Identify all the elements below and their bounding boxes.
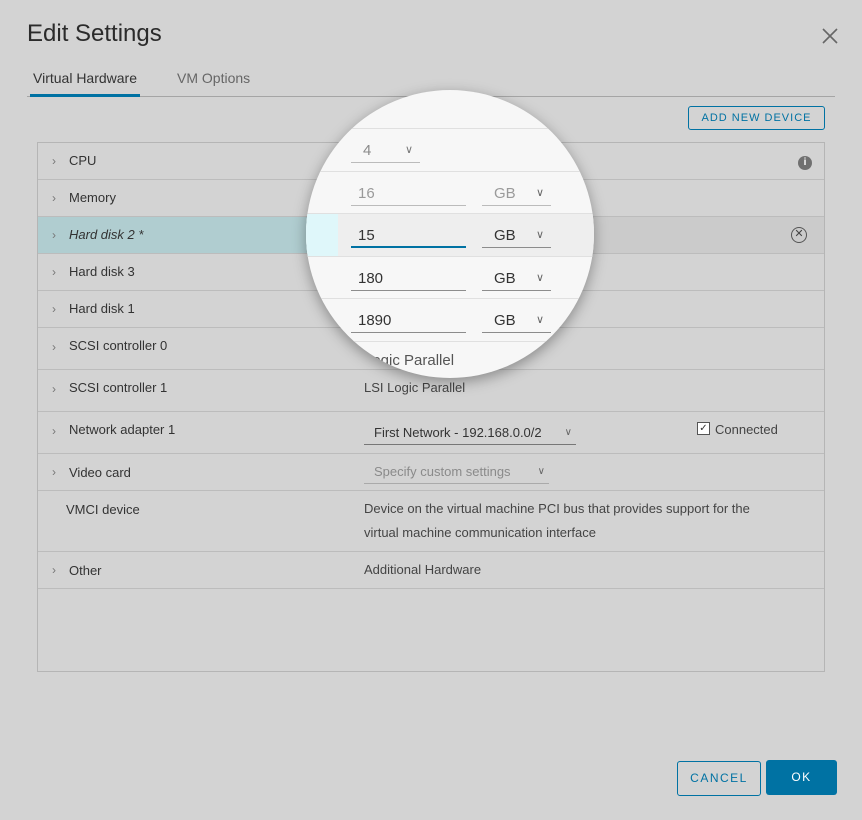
row-label-cpu: CPU	[69, 153, 97, 168]
row-label-video-card: Video card	[69, 465, 131, 480]
row-label-hard-disk-2: Hard disk 2 *	[69, 227, 144, 242]
tab-vm-options[interactable]: VM Options	[177, 70, 250, 94]
mag-row-hard-disk-2: 15 GB ∨	[306, 214, 594, 257]
chevron-right-icon[interactable]: ›	[52, 154, 56, 168]
table-row-video-card[interactable]: › Video card Specify custom settings ∨	[38, 454, 824, 491]
vmci-description-line1: Device on the virtual machine PCI bus th…	[364, 501, 750, 516]
hard-disk-3-unit-value: GB	[494, 270, 516, 287]
info-icon[interactable]: i	[798, 156, 812, 170]
cancel-button[interactable]: CANCEL	[677, 761, 761, 796]
memory-unit-select[interactable]: GB ∨	[482, 181, 551, 206]
magnifier-lens: 4 ∨ 16 GB ∨ 15 GB ∨ 180 GB ∨ 1890 GB ∨ L…	[306, 90, 594, 378]
chevron-right-icon[interactable]: ›	[52, 340, 56, 354]
hard-disk-1-size-input[interactable]: 1890	[351, 308, 466, 333]
other-value: Additional Hardware	[364, 562, 482, 577]
hard-disk-1-unit-select[interactable]: GB ∨	[482, 308, 551, 333]
hard-disk-3-unit-select[interactable]: GB ∨	[482, 266, 551, 291]
tab-virtual-hardware[interactable]: Virtual Hardware	[30, 70, 141, 97]
video-card-select-value: Specify custom settings	[374, 464, 511, 479]
hard-disk-2-unit-value: GB	[494, 227, 516, 244]
cpu-count-select[interactable]: 4 ∨	[351, 138, 420, 163]
table-row-vmci: VMCI device Device on the virtual machin…	[38, 491, 824, 552]
chevron-right-icon[interactable]: ›	[52, 563, 56, 577]
add-new-device-button[interactable]: ADD NEW DEVICE	[688, 106, 825, 130]
cpu-count-value: 4	[363, 142, 372, 159]
chevron-right-icon[interactable]: ›	[52, 382, 56, 396]
table-row-other[interactable]: › Other Additional Hardware	[38, 552, 824, 589]
row-label-hard-disk-1: Hard disk 1	[69, 301, 135, 316]
dialog-title: Edit Settings	[27, 20, 162, 47]
row-label-vmci: VMCI device	[66, 502, 140, 517]
chevron-down-icon: ∨	[535, 229, 544, 241]
hard-disk-1-unit-value: GB	[494, 312, 516, 329]
connected-checkbox[interactable]: ✓	[697, 422, 710, 435]
row-label-other: Other	[69, 563, 102, 578]
close-icon[interactable]	[820, 26, 840, 46]
chevron-down-icon: ∨	[535, 187, 544, 199]
row-label-memory: Memory	[69, 190, 116, 205]
scsi-1-type: LSI Logic Parallel	[364, 380, 466, 395]
chevron-down-icon: ∨	[404, 144, 413, 156]
hard-disk-3-size-input[interactable]: 180	[351, 266, 466, 291]
mag-row-cpu: 4 ∨	[306, 129, 594, 172]
mag-row-memory: 16 GB ∨	[306, 172, 594, 214]
chevron-down-icon: ∨	[537, 466, 545, 477]
chevron-right-icon[interactable]: ›	[52, 302, 56, 316]
hard-disk-2-unit-select[interactable]: GB ∨	[482, 223, 551, 248]
row-label-network-adapter: Network adapter 1	[69, 422, 176, 437]
vmci-description-line2: virtual machine communication interface	[364, 525, 596, 540]
table-row-network-adapter[interactable]: › Network adapter 1 First Network - 192.…	[38, 412, 824, 454]
row-label-scsi-1: SCSI controller 1	[69, 380, 168, 395]
mag-row-hard-disk-1: 1890 GB ∨	[306, 299, 594, 342]
chevron-right-icon[interactable]: ›	[52, 228, 56, 242]
hard-disk-2-size-input[interactable]: 15	[351, 223, 466, 248]
connected-label: Connected	[715, 422, 778, 437]
chevron-right-icon[interactable]: ›	[52, 191, 56, 205]
chevron-right-icon[interactable]: ›	[52, 424, 56, 438]
remove-device-icon[interactable]: ✕	[791, 227, 807, 243]
mag-row-hard-disk-3: 180 GB ∨	[306, 257, 594, 299]
ok-button[interactable]: OK	[766, 760, 837, 795]
chevron-right-icon[interactable]: ›	[52, 465, 56, 479]
memory-size-input[interactable]: 16	[351, 181, 466, 206]
memory-unit-value: GB	[494, 185, 516, 202]
chevron-down-icon: ∨	[560, 422, 572, 444]
video-card-select[interactable]: Specify custom settings ∨	[364, 461, 549, 484]
network-select-value: First Network - 192.168.0.0/2	[374, 425, 542, 440]
mag-row-scsi-0: Logic Parallel	[306, 342, 594, 378]
row-label-scsi-0: SCSI controller 0	[69, 338, 168, 353]
row-label-hard-disk-3: Hard disk 3	[69, 264, 135, 279]
scsi-0-type-partial: Logic Parallel	[364, 352, 455, 369]
chevron-down-icon: ∨	[535, 314, 544, 326]
chevron-down-icon: ∨	[535, 272, 544, 284]
chevron-right-icon[interactable]: ›	[52, 265, 56, 279]
network-select[interactable]: First Network - 192.168.0.0/2 ∨	[364, 422, 576, 445]
